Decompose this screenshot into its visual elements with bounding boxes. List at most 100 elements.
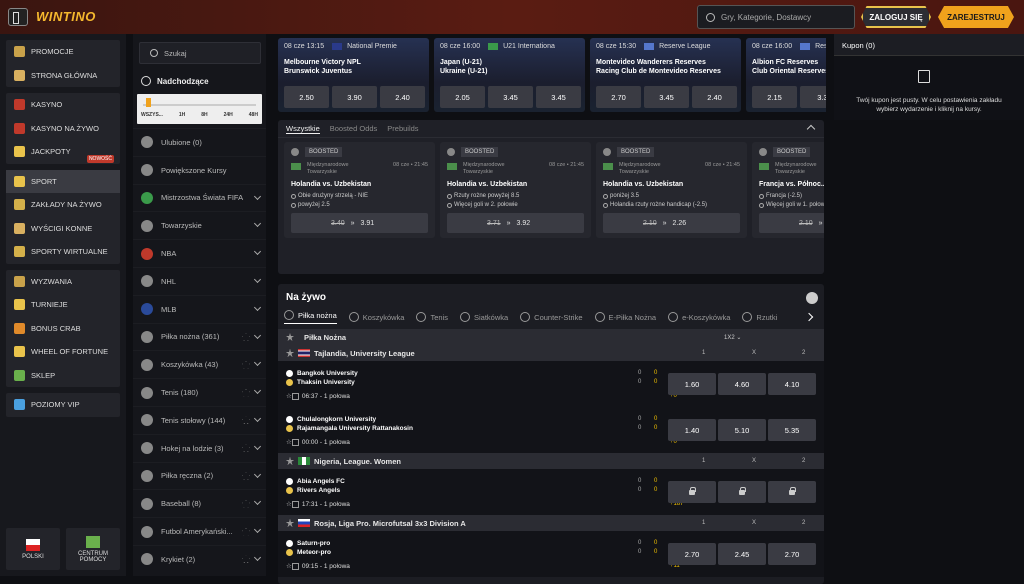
live-sport-tab[interactable]: Koszykówka: [348, 310, 404, 324]
nav-item-gift[interactable]: PROMOCJE: [6, 40, 120, 64]
sport-item-soccer-ball[interactable]: Piłka nożna (361): [133, 322, 266, 351]
nav-item-trophy[interactable]: TURNIEJE: [6, 293, 120, 317]
chevron-down-icon[interactable]: [253, 414, 262, 423]
time-filter-option[interactable]: 8H: [201, 112, 207, 118]
boosted-card[interactable]: BOOSTED Międzynarodowe Towarzyskie 08 cze …: [440, 142, 591, 238]
featured-match-card[interactable]: 08 cze 13:15 National Premie Melbourne Vic…: [278, 38, 429, 112]
odds-button[interactable]: 3.45: [536, 86, 581, 108]
odds-button[interactable]: 1.40: [668, 419, 716, 441]
nav-item-horse[interactable]: WYŚCIGI KONNE: [6, 217, 120, 241]
menu-toggle-icon[interactable]: [8, 8, 28, 26]
chevron-down-icon[interactable]: [253, 192, 262, 200]
star-icon[interactable]: [242, 471, 250, 480]
sport-item-hockey[interactable]: Hokej na lodzie (3): [133, 433, 266, 462]
nav-item-wheel[interactable]: WHEEL OF FORTUNE: [6, 340, 120, 364]
match-row[interactable]: Bangkok University 0 0 Thaksin University 0 0…: [278, 361, 824, 407]
live-sport-tab[interactable]: Tenis: [416, 310, 448, 324]
odds-button[interactable]: 2.70: [596, 86, 641, 108]
nav-item-sport[interactable]: SPORT: [6, 169, 120, 193]
star-icon[interactable]: [242, 416, 250, 425]
chevron-down-icon[interactable]: [253, 470, 262, 478]
chevron-up-icon[interactable]: [806, 124, 816, 134]
odds-button[interactable]: 3.45: [644, 86, 689, 108]
boosted-card[interactable]: BOOSTED Międzynarodowe Towarzyskie 08 cze …: [284, 142, 435, 238]
register-button[interactable]: ZAREJESTRUJ: [938, 6, 1014, 28]
odds-locked[interactable]: [768, 481, 816, 503]
chevron-right-icon[interactable]: [804, 312, 814, 322]
boosted-odds-button[interactable]: 2.10 » 2.26: [603, 213, 740, 233]
soccer-ball-icon[interactable]: [806, 292, 818, 304]
nav-item-challenge[interactable]: WYZWANIA: [6, 270, 120, 294]
chevron-down-icon[interactable]: [253, 331, 262, 339]
star-icon[interactable]: [286, 519, 294, 527]
odds-button[interactable]: 2.15: [752, 86, 797, 108]
nav-item-magnet[interactable]: JACKPOTY NOWOŚĆ: [6, 140, 120, 164]
sport-item-nba[interactable]: NBA: [133, 239, 266, 267]
star-icon[interactable]: [242, 499, 250, 508]
chevron-down-icon[interactable]: [253, 526, 262, 534]
odds-button[interactable]: 2.45: [718, 543, 766, 565]
odds-button[interactable]: 5.35: [768, 419, 816, 441]
market-select[interactable]: 1X2 ⌄: [724, 334, 741, 341]
chevron-down-icon[interactable]: [253, 359, 262, 367]
featured-match-card[interactable]: 08 cze 16:00 U21 Internationa Japan (U-21)…: [434, 38, 585, 112]
live-sport-tab[interactable]: E-Piłka Nożna: [594, 310, 656, 324]
slider-handle[interactable]: [146, 98, 151, 107]
nav-item-shop[interactable]: SKLEP: [6, 364, 120, 388]
chevron-down-icon[interactable]: [253, 248, 262, 256]
time-filter-option[interactable]: 48H: [249, 112, 258, 118]
star-icon[interactable]: [242, 332, 250, 341]
star-icon[interactable]: [286, 333, 294, 341]
nav-item-crab[interactable]: BONUS CRAB: [6, 317, 120, 341]
time-filter-option[interactable]: WSZYS...: [141, 112, 163, 118]
featured-match-card[interactable]: 08 cze 15:30 Reserve League Montevideo Wan…: [590, 38, 741, 112]
nav-item-cherry-live[interactable]: KASYNO NA ŻYWO: [6, 117, 120, 141]
match-row[interactable]: Chulalongkorn University 0 0 Rajamangala Un…: [278, 407, 824, 453]
chevron-down-icon[interactable]: [253, 303, 262, 311]
sport-item-star[interactable]: Ulubione (0): [133, 128, 266, 156]
live-sport-tab[interactable]: Siatkówka: [459, 310, 508, 324]
sport-item-baseball[interactable]: Baseball (8): [133, 489, 266, 517]
stats-icon[interactable]: [291, 392, 299, 400]
chevron-down-icon[interactable]: [253, 275, 262, 284]
live-sport-tab[interactable]: Counter-Strike: [520, 310, 583, 324]
boosted-odds-button[interactable]: 3.71 » 3.92: [447, 213, 584, 233]
sport-item-table-tennis[interactable]: Tenis stołowy (144): [133, 405, 266, 434]
odds-button[interactable]: 2.40: [380, 86, 425, 108]
chevron-down-icon[interactable]: [253, 553, 262, 561]
boosted-tab[interactable]: Wszystkie: [286, 124, 320, 134]
boosted-odds-button[interactable]: 2.10 »: [759, 213, 824, 233]
sport-item-cricket[interactable]: Krykiet (2): [133, 544, 266, 573]
sport-item-soccer-ball[interactable]: Towarzyskie: [133, 211, 266, 239]
sport-item-tennis[interactable]: Tenis (180): [133, 378, 266, 406]
boosted-odds-button[interactable]: 3.40 » 3.91: [291, 213, 428, 233]
star-icon[interactable]: [242, 444, 250, 453]
live-sport-tab[interactable]: e-Koszykówka: [668, 310, 730, 324]
live-sport-tab[interactable]: Piłka nożna: [284, 310, 337, 324]
star-icon[interactable]: [242, 527, 250, 536]
odds-locked[interactable]: [668, 481, 716, 503]
stats-icon[interactable]: [291, 562, 299, 570]
sport-item-basketball[interactable]: Koszykówka (43): [133, 350, 266, 378]
nav-item-diamond[interactable]: POZIOMY VIP: [6, 393, 120, 417]
odds-button[interactable]: 4.10: [768, 373, 816, 395]
sport-item-fifa[interactable]: Mistrzostwa Świata FIFA: [133, 183, 266, 212]
odds-button[interactable]: 1.60: [668, 373, 716, 395]
login-button[interactable]: ZALOGUJ SIĘ: [861, 6, 931, 28]
stats-icon[interactable]: [291, 438, 299, 446]
chevron-down-icon[interactable]: [253, 387, 262, 395]
time-filter-slider[interactable]: WSZYS... 1H 8H 24H 48H: [137, 94, 262, 124]
match-row[interactable]: Abia Angels FC 0 0 Rivers Angels 0 0 ☆ 17:31 - …: [278, 469, 824, 515]
chevron-down-icon[interactable]: [253, 220, 262, 228]
sport-item-handball[interactable]: Piłka ręczna (2): [133, 461, 266, 490]
odds-button[interactable]: 3.90: [332, 86, 377, 108]
chevron-down-icon[interactable]: [253, 498, 262, 506]
sports-search-input[interactable]: Szukaj: [139, 42, 261, 64]
boosted-tab[interactable]: Boosted Odds: [330, 124, 378, 133]
odds-button[interactable]: 3.45: [488, 86, 533, 108]
featured-match-card[interactable]: 08 cze 16:00 Reserve League Albion FC Rese…: [746, 38, 826, 112]
time-filter-option[interactable]: 1H: [179, 112, 185, 118]
odds-button[interactable]: 2.40: [692, 86, 737, 108]
logo[interactable]: WINTINO: [36, 9, 96, 24]
star-icon[interactable]: [242, 555, 250, 564]
